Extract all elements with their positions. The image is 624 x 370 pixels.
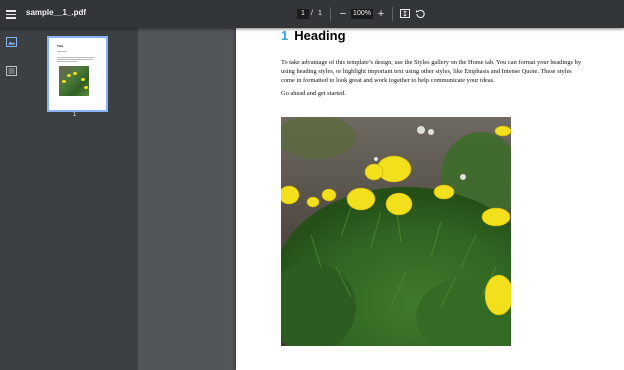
page-heading: 1 Heading: [281, 28, 346, 43]
document-title: sample__1_.pdf: [26, 8, 87, 17]
thumbnail-text-line: [57, 57, 95, 58]
document-page: 1 Heading To take advantage of this templ…: [236, 28, 624, 370]
menu-icon[interactable]: [6, 8, 16, 20]
body-paragraph: Go ahead and get started.: [281, 90, 346, 97]
heading-number: 1: [281, 28, 289, 43]
zoom-level-input[interactable]: 100%: [351, 9, 373, 19]
flower-photo: [281, 117, 511, 346]
thumbnail-text-line: [57, 61, 77, 62]
body-paragraph: To take advantage of this template’s des…: [281, 59, 582, 84]
toolbar: sample__1_.pdf 1 / 1 − 100% +: [0, 0, 624, 28]
page-number-input[interactable]: 1: [297, 9, 309, 19]
rotate-icon[interactable]: [415, 8, 426, 19]
page-thumbnail[interactable]: Title: [47, 36, 108, 112]
document-outline-icon[interactable]: [6, 66, 17, 76]
page-total: 1: [318, 10, 322, 17]
fit-page-icon[interactable]: [400, 9, 410, 18]
thumbnail-image: [59, 66, 89, 96]
thumbnail-title: Title: [57, 44, 64, 48]
toolbar-divider: [330, 7, 331, 21]
thumbnail-page-number: 1: [73, 112, 77, 118]
thumbnail-page: Title: [54, 42, 101, 106]
thumbnails-icon[interactable]: [6, 37, 17, 47]
toolbar-divider: [392, 7, 393, 21]
zoom-in-button[interactable]: +: [376, 7, 386, 21]
zoom-out-button[interactable]: −: [338, 7, 348, 21]
page-separator: /: [311, 10, 313, 17]
thumbnail-text-line: [57, 59, 93, 60]
heading-text: Heading: [294, 28, 346, 43]
thumbnail-text-line: [57, 51, 67, 52]
